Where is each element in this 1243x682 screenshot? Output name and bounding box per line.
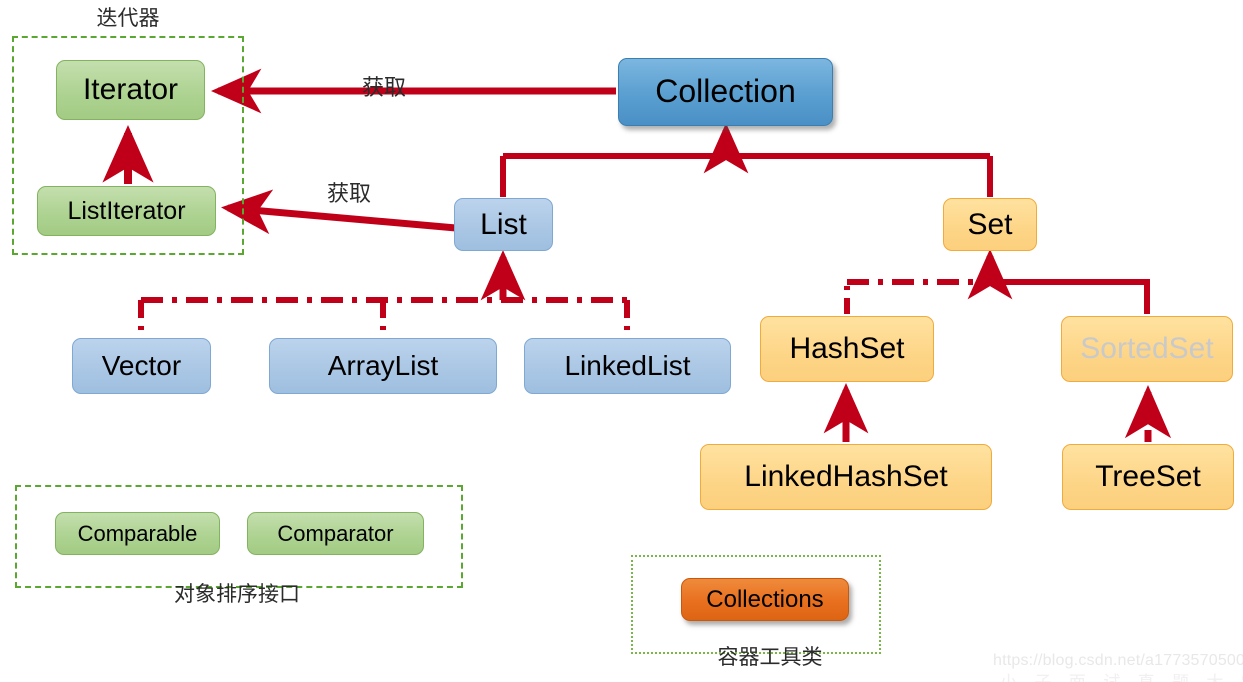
group-iterator-caption: 迭代器 [96, 6, 160, 30]
diagram-canvas: 迭代器 对象排序接口 容器工具类 Iterator ListIterator C… [0, 0, 1243, 682]
edge-list-to-listiterator [221, 189, 457, 235]
edge-list-set-to-collection [500, 122, 993, 197]
node-collections[interactable]: Collections [681, 578, 849, 621]
node-arraylist[interactable]: ArrayList [269, 338, 497, 394]
edge-label-collection-to-iterator: 获取 [362, 76, 407, 101]
node-set[interactable]: Set [943, 198, 1037, 251]
node-comparator[interactable]: Comparator [247, 512, 424, 555]
watermark-subtext: 小 子 面 试 真 题 大 学 [1000, 668, 1243, 682]
node-list[interactable]: List [454, 198, 553, 251]
group-object-sorting-caption: 对象排序接口 [174, 582, 300, 606]
node-sortedset[interactable]: SortedSet [1061, 316, 1233, 382]
node-collection[interactable]: Collection [618, 58, 833, 126]
node-listiterator[interactable]: ListIterator [37, 186, 216, 236]
node-iterator[interactable]: Iterator [56, 60, 205, 120]
edge-label-list-to-listiterator: 获取 [327, 182, 372, 207]
node-linkedhashset[interactable]: LinkedHashSet [700, 444, 992, 510]
group-collections-utility-caption: 容器工具类 [717, 645, 823, 669]
node-vector[interactable]: Vector [72, 338, 211, 394]
node-comparable[interactable]: Comparable [55, 512, 220, 555]
node-linkedlist[interactable]: LinkedList [524, 338, 731, 394]
node-treeset[interactable]: TreeSet [1062, 444, 1234, 510]
edge-set-impls-to-set [844, 248, 1150, 314]
node-hashset[interactable]: HashSet [760, 316, 934, 382]
